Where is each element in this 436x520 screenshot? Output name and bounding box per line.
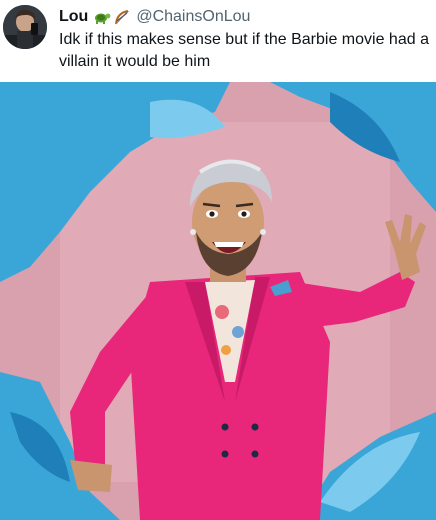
- photo-illustration: [0, 82, 436, 520]
- avatar-image: [3, 5, 47, 49]
- tweet-header: Lou @ChainsOnLou Idk if this makes sense…: [0, 0, 436, 82]
- avatar[interactable]: [3, 5, 47, 49]
- bow-and-arrow-icon: [113, 9, 131, 25]
- tweet-photo[interactable]: [0, 82, 436, 520]
- author-row: Lou @ChainsOnLou: [59, 6, 250, 28]
- turtle-icon: [93, 9, 111, 25]
- author-handle[interactable]: @ChainsOnLou: [136, 8, 250, 26]
- author-name[interactable]: Lou: [59, 8, 88, 26]
- tweet-text: Idk if this makes sense but if the Barbi…: [59, 31, 429, 70]
